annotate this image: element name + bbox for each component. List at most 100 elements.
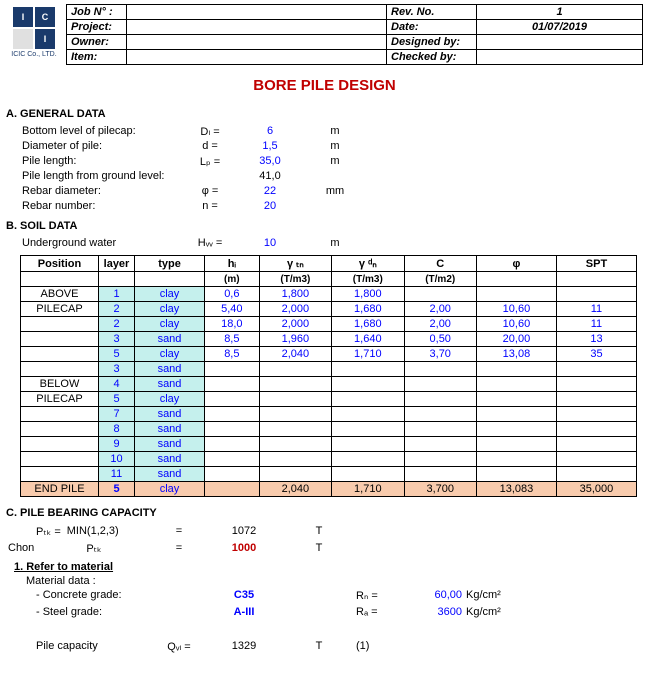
cell-c (404, 287, 476, 302)
cell-layer: 7 (99, 407, 135, 422)
steel-value: A-III (204, 604, 284, 621)
ep-spt: 35,000 (556, 482, 636, 497)
pgl-label: Pile length from ground level: (20, 169, 240, 184)
ptk2-eq: = (154, 540, 204, 557)
qvl-unit: T (284, 638, 354, 655)
cell-phi (476, 377, 556, 392)
concrete-value: C35 (204, 587, 284, 604)
lp-label: Pile length: (20, 154, 180, 169)
ptk-eq: = (154, 523, 204, 540)
cell-phi (476, 407, 556, 422)
cell-c (404, 407, 476, 422)
ep-type: clay (135, 482, 205, 497)
cell-gdn (332, 422, 404, 437)
section-c-heading: C. PILE BEARING CAPACITY (6, 507, 643, 519)
cell-spt (556, 437, 636, 452)
ra-label: Rₐ = (354, 604, 394, 621)
cell-gdn: 1,680 (332, 302, 404, 317)
df-label: Bottom level of pilecap: (20, 124, 180, 139)
ptk2-label: Pₜₖ (34, 540, 154, 557)
soil-row: 5clay8,52,0401,7103,7013,0835 (21, 347, 637, 362)
cell-gdn: 1,800 (332, 287, 404, 302)
soil-row: 9sand (21, 437, 637, 452)
cell-gtn (259, 467, 331, 482)
th-u-tm2: (T/m2) (404, 272, 476, 287)
soil-row: 8sand (21, 422, 637, 437)
material-grid: - Concrete grade: C35 Rₙ = 60,00 Kg/cm² … (6, 587, 643, 655)
cell-gdn (332, 362, 404, 377)
project-value (127, 20, 387, 35)
cell-gtn (259, 422, 331, 437)
cell-pos (21, 317, 99, 332)
ra-value: 3600 (394, 604, 464, 621)
ep-gtn: 2,040 (259, 482, 331, 497)
soil-row: 2clay18,02,0001,6802,0010,6011 (21, 317, 637, 332)
date-value: 01/07/2019 (477, 20, 643, 35)
cell-phi: 10,60 (476, 302, 556, 317)
n-label: Rebar number: (20, 199, 180, 214)
min-label: MIN(1,2,3) (67, 525, 119, 538)
cell-pos: ABOVE (21, 287, 99, 302)
cell-spt: 11 (556, 302, 636, 317)
chosen-value: 1000 (204, 540, 284, 557)
company-logo: IC I ICIC Co., LTD. (6, 4, 62, 60)
cell-gtn (259, 437, 331, 452)
cell-phi (476, 392, 556, 407)
lp-value: 35,0 (240, 154, 300, 169)
cell-hi (205, 452, 260, 467)
item-label: Item: (67, 50, 127, 65)
chosen-unit: T (284, 540, 354, 557)
phi-value: 22 (240, 184, 300, 199)
cell-layer: 5 (99, 392, 135, 407)
ep-phi: 13,083 (476, 482, 556, 497)
d-symbol: d = (180, 139, 240, 154)
jobno-value (127, 5, 387, 20)
uw-label: Underground water (20, 236, 180, 251)
cell-pos (21, 332, 99, 347)
cell-spt (556, 452, 636, 467)
steel-label: - Steel grade: (34, 604, 154, 621)
soil-row: 10sand (21, 452, 637, 467)
cell-gtn (259, 377, 331, 392)
cell-spt (556, 467, 636, 482)
cell-pos (21, 437, 99, 452)
soil-row: BELOW4sand (21, 377, 637, 392)
cell-pos (21, 407, 99, 422)
cell-hi: 0,6 (205, 287, 260, 302)
th-c: C (404, 256, 476, 272)
header-table: Job N° : Rev. No. 1 Project: Date: 01/07… (66, 4, 643, 65)
cell-type: clay (135, 392, 205, 407)
cell-spt (556, 422, 636, 437)
owner-label: Owner: (67, 35, 127, 50)
ep-layer: 5 (99, 482, 135, 497)
cell-hi (205, 467, 260, 482)
cell-gdn: 1,640 (332, 332, 404, 347)
soil-row: 3sand (21, 362, 637, 377)
page-title: BORE PILE DESIGN (6, 77, 643, 94)
cell-c (404, 362, 476, 377)
cell-pos (21, 452, 99, 467)
df-unit: m (300, 124, 370, 139)
th-phi: φ (476, 256, 556, 272)
th-type: type (135, 256, 205, 272)
cell-gdn (332, 377, 404, 392)
d-value: 1,5 (240, 139, 300, 154)
cell-gtn (259, 362, 331, 377)
revno-label: Rev. No. (387, 5, 477, 20)
ra-unit: Kg/cm² (464, 604, 534, 621)
section-a-heading: A. GENERAL DATA (6, 108, 643, 120)
qvl-note: (1) (354, 638, 394, 655)
cell-type: sand (135, 437, 205, 452)
revno-value: 1 (477, 5, 643, 20)
cell-type: sand (135, 362, 205, 377)
cell-type: sand (135, 452, 205, 467)
cell-hi: 18,0 (205, 317, 260, 332)
rn-label: Rₙ = (354, 587, 394, 604)
cell-gdn: 1,710 (332, 347, 404, 362)
cell-spt (556, 407, 636, 422)
cell-gtn: 2,040 (259, 347, 331, 362)
concrete-label: - Concrete grade: (34, 587, 154, 604)
cell-c (404, 452, 476, 467)
phi-unit: mm (300, 184, 370, 199)
lp-unit: m (300, 154, 370, 169)
